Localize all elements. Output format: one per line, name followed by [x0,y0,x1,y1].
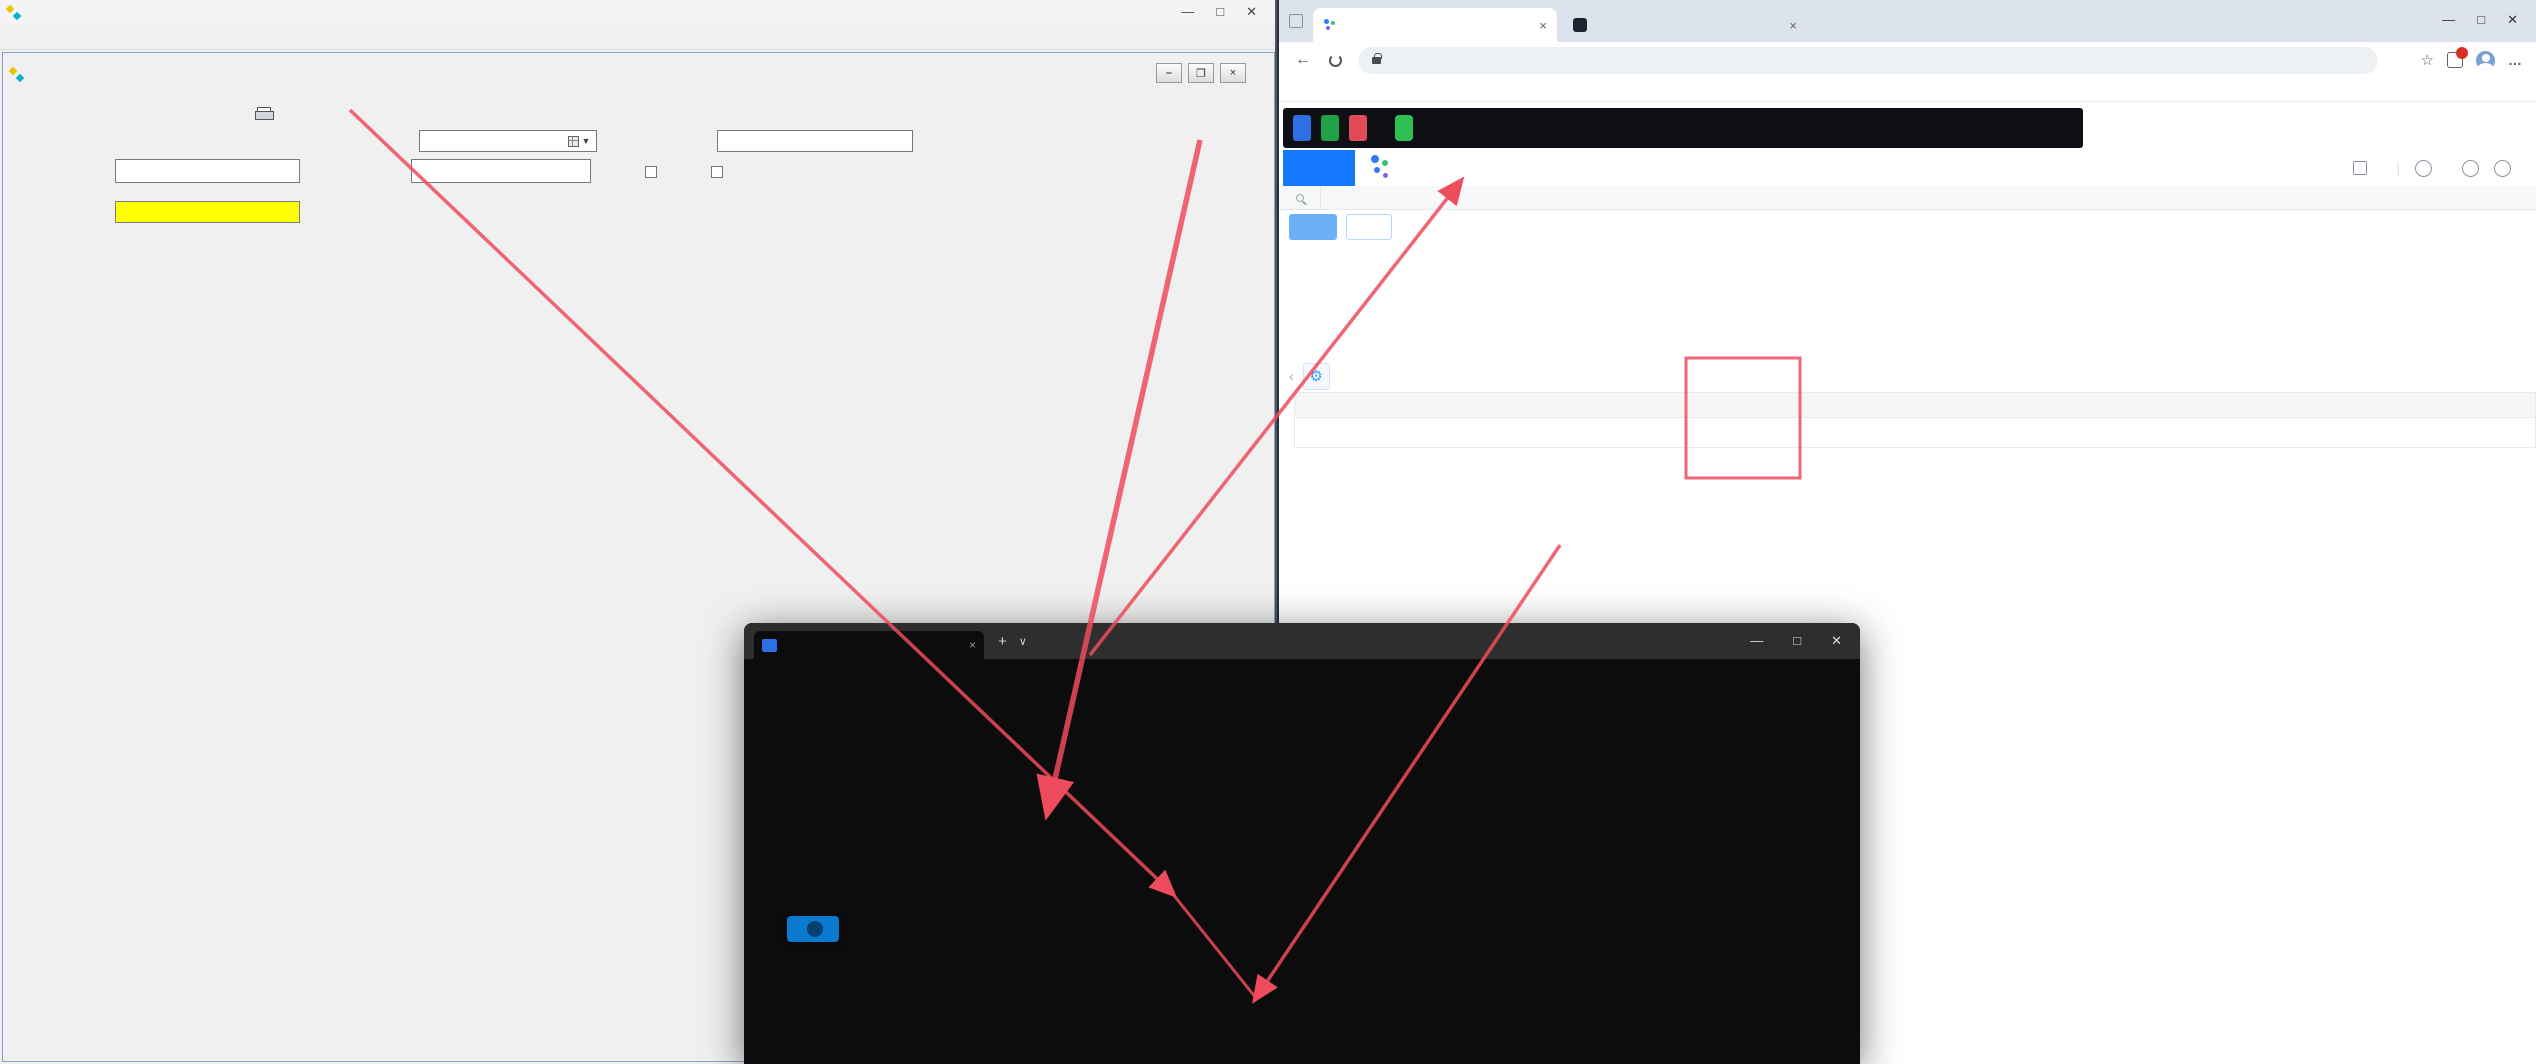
powershell-window: × + ∨ — □ ✕ [744,623,1860,1064]
extension-badge [2456,47,2468,59]
extensions-icon[interactable] [2447,52,2463,68]
close-icon: ✕ [1246,4,1257,20]
close-icon: ✕ [1831,633,1842,649]
calendar-icon[interactable]: ▼ [564,133,594,149]
merge-checkbox[interactable] [645,164,661,179]
profile-avatar[interactable] [2476,51,2495,70]
qty-input[interactable] [411,159,591,183]
workspace-icon[interactable] [1289,14,1303,28]
connected-status-badge [1395,115,1413,141]
websocket-favicon [1573,18,1587,32]
erp-window-controls[interactable]: — □ ✕ [1181,4,1257,20]
terminal-tab[interactable]: × [754,631,984,659]
form-row-product [3,159,1274,187]
filter-row-1 [1291,246,2531,270]
close-tab-icon[interactable]: × [1789,18,1797,33]
erp-doc-toolbar [3,101,1274,129]
erp-menubar [0,24,1275,50]
gift-checkbox[interactable] [711,164,727,179]
webapp-nav-row: | [1279,150,2536,186]
webapp-page-tabs [1279,186,2536,210]
ime-language-badge[interactable] [787,916,839,942]
wave-print-table [1294,392,2536,448]
erp-titlebar: — □ ✕ [0,0,1275,24]
url-input[interactable] [1358,47,2378,74]
terminal-output[interactable] [744,659,1860,669]
document-icon [10,68,23,81]
refresh-icon[interactable] [1329,54,1342,67]
disconnect-button[interactable] [1349,115,1367,141]
search-button[interactable] [1289,214,1337,240]
browser-urlbar-row: ← ☆ … [1279,42,2536,78]
product-input[interactable] [115,159,300,183]
urlbar-icons: ☆ … [2421,51,2522,70]
erp-app-icon [7,6,20,19]
kingdee-logo-icon [1369,155,1395,181]
browser-window-controls[interactable]: — □ ✕ [2442,12,2518,28]
doc-no-input[interactable] [717,130,913,152]
new-terminal-tab-icon[interactable]: + [998,633,1007,650]
menu-button[interactable] [1283,150,1355,186]
filter-row-3 [1291,306,2531,330]
bookmarks-bar [1279,78,2536,102]
gear-icon[interactable]: ⚙ [1303,363,1330,390]
collapse-left-icon[interactable]: ‹ [1289,368,1294,384]
checkbox-icon [711,166,723,178]
close-icon: × [1220,63,1246,83]
tab-search-box[interactable] [1279,186,1321,209]
date-input[interactable]: ▼ [419,130,597,152]
config-button[interactable] [1293,115,1311,141]
minimize-icon: — [2442,12,2455,28]
browser-menu-icon[interactable]: … [2508,52,2522,68]
webapp-toolbar: ‹ ⚙ [1289,362,1337,390]
fullscreen-icon[interactable] [2353,161,2367,175]
minimize-icon: ⎯ [1156,63,1182,83]
table-header [1294,392,2536,418]
connect-button[interactable] [1321,115,1339,141]
printer-icon[interactable] [255,107,273,121]
browser-tab[interactable]: × [1313,8,1557,42]
moon-icon [807,921,823,937]
search-icon [1296,194,1304,202]
globe-icon[interactable] [2494,160,2511,177]
close-tab-icon[interactable]: × [1539,18,1547,33]
minimize-icon: — [1750,633,1763,649]
table-row[interactable] [1294,418,2536,448]
close-tab-icon[interactable]: × [969,638,976,652]
maximize-icon: □ [1216,4,1224,20]
scan-input[interactable] [115,201,300,223]
favorites-star-icon[interactable]: ☆ [2421,51,2434,69]
maximize-icon: □ [2477,12,2485,28]
terminal-window-controls[interactable]: — □ ✕ [1750,633,1842,649]
websocket-conn-bar [1283,108,2083,148]
lock-icon [1372,57,1381,64]
checkbox-icon [645,166,657,178]
form-row-header: ▼ [3,129,1274,155]
help-icon[interactable] [2462,160,2479,177]
back-icon[interactable]: ← [1295,51,1311,69]
headset-icon[interactable] [2415,160,2432,177]
powershell-icon [762,639,777,652]
maximize-icon: □ [1793,633,1801,649]
restore-icon: ❐ [1188,63,1214,83]
form-row-scan [3,201,1274,227]
terminal-titlebar[interactable]: × + ∨ — □ ✕ [744,623,1860,659]
search-reset-buttons [1289,214,1392,240]
reset-button[interactable] [1346,214,1392,240]
browser-tab[interactable]: × [1563,8,1807,42]
close-icon: ✕ [2507,12,2518,28]
terminal-dropdown-icon[interactable]: ∨ [1019,635,1027,648]
browser-tabstrip: × × — □ ✕ [1279,0,2536,42]
document-window-controls[interactable]: ⎯ ❐ × [1156,63,1246,83]
brand-logo [1401,156,1404,177]
filter-row-2 [1291,276,2531,300]
document-titlebar: ⎯ ❐ × [3,61,1274,87]
guanyi-favicon [1323,18,1337,32]
nav-right-icons: | [2353,150,2526,186]
minimize-icon: — [1181,4,1194,20]
